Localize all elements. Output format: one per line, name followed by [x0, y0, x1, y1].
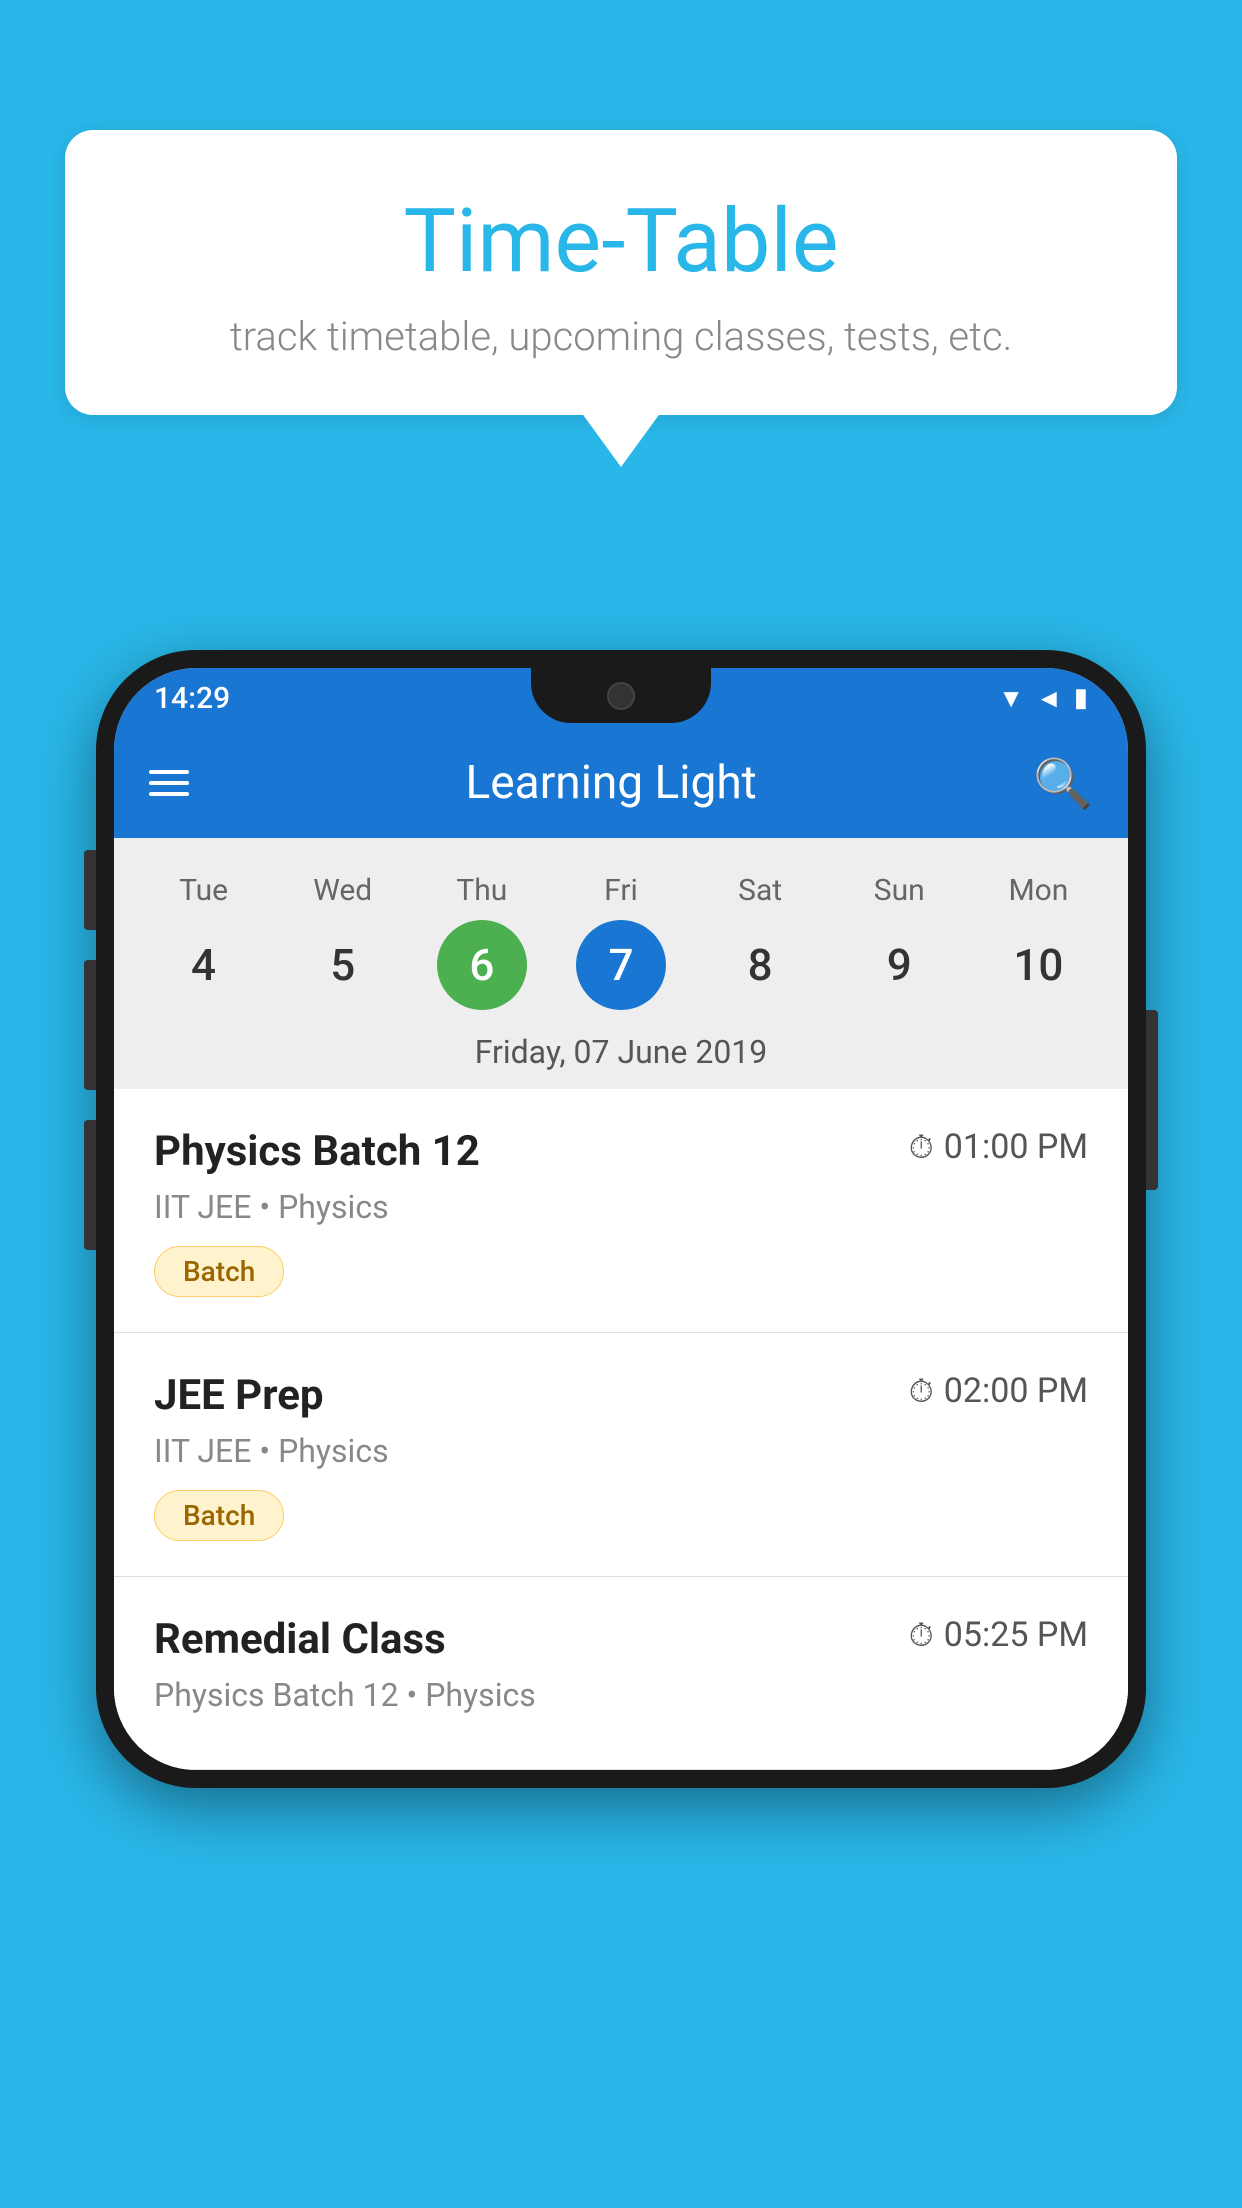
- bubble-subtitle: track timetable, upcoming classes, tests…: [115, 313, 1127, 360]
- hamburger-menu[interactable]: [149, 770, 189, 796]
- days-row: Tue 4 Wed 5 Thu 6 Fri 7 Sat 8 Sun 9 Mon 10: [114, 858, 1128, 1018]
- status-time: 14:29: [154, 681, 230, 716]
- app-bar: Learning Light 🔍: [114, 728, 1128, 838]
- day-col-thu[interactable]: Thu 6: [427, 873, 537, 1010]
- day-col-sat[interactable]: Sat 8: [705, 873, 815, 1010]
- day-col-sun[interactable]: Sun 9: [844, 873, 954, 1010]
- selected-date: Friday, 07 June 2019: [114, 1018, 1128, 1089]
- clock-icon: ⏱: [909, 1372, 934, 1411]
- day-name: Fri: [604, 873, 638, 908]
- hamburger-line-3: [149, 792, 189, 796]
- class-info: Physics Batch 12 • Physics: [154, 1676, 1088, 1714]
- class-name: Remedial Class: [154, 1615, 446, 1664]
- day-number: 9: [854, 920, 944, 1010]
- bubble-title: Time-Table: [115, 190, 1127, 293]
- phone-frame: 14:29 ▼ ◄ ▮ Learning Light 🔍: [96, 650, 1146, 1788]
- volume-up-button: [84, 850, 96, 930]
- classes-section: Physics Batch 12 ⏱ 01:00 PM IIT JEE • Ph…: [114, 1089, 1128, 1770]
- day-name: Wed: [313, 873, 372, 908]
- clock-icon: ⏱: [909, 1616, 934, 1655]
- day-col-wed[interactable]: Wed 5: [288, 873, 398, 1010]
- class-header: Remedial Class ⏱ 05:25 PM: [154, 1615, 1088, 1664]
- batch-badge: Batch: [154, 1246, 284, 1297]
- class-info: IIT JEE • Physics: [154, 1188, 1088, 1226]
- day-col-tue[interactable]: Tue 4: [149, 873, 259, 1010]
- class-time: ⏱ 01:00 PM: [909, 1127, 1088, 1167]
- speech-bubble: Time-Table track timetable, upcoming cla…: [65, 130, 1177, 415]
- hamburger-line-1: [149, 770, 189, 774]
- status-icons: ▼ ◄ ▮: [998, 683, 1088, 714]
- day-name: Thu: [456, 873, 507, 908]
- day-name: Sun: [874, 873, 925, 908]
- class-time: ⏱ 05:25 PM: [909, 1615, 1088, 1655]
- class-time: ⏱ 02:00 PM: [909, 1371, 1088, 1411]
- volume-down-button: [84, 960, 96, 1090]
- speech-bubble-container: Time-Table track timetable, upcoming cla…: [65, 130, 1177, 415]
- day-name: Mon: [1008, 873, 1068, 908]
- batch-badge: Batch: [154, 1490, 284, 1541]
- signal-icon: ◄: [1036, 683, 1062, 714]
- phone-notch: [531, 668, 711, 723]
- power-button: [1146, 1010, 1158, 1190]
- day-name: Tue: [179, 873, 228, 908]
- app-bar-title: Learning Light: [466, 756, 757, 810]
- battery-icon: ▮: [1074, 683, 1088, 713]
- day-number: 4: [159, 920, 249, 1010]
- day-name: Sat: [738, 873, 782, 908]
- clock-icon: ⏱: [909, 1128, 934, 1167]
- class-item-0[interactable]: Physics Batch 12 ⏱ 01:00 PM IIT JEE • Ph…: [114, 1089, 1128, 1333]
- class-header: JEE Prep ⏱ 02:00 PM: [154, 1371, 1088, 1420]
- calendar-section: Tue 4 Wed 5 Thu 6 Fri 7 Sat 8 Sun 9 Mon 10 Friday, 07…: [114, 838, 1128, 1089]
- hamburger-line-2: [149, 781, 189, 785]
- search-icon[interactable]: 🔍: [1033, 755, 1093, 812]
- class-header: Physics Batch 12 ⏱ 01:00 PM: [154, 1127, 1088, 1176]
- day-number: 8: [715, 920, 805, 1010]
- phone-mockup: 14:29 ▼ ◄ ▮ Learning Light 🔍: [96, 650, 1146, 1788]
- camera: [607, 682, 635, 710]
- class-name: JEE Prep: [154, 1371, 324, 1420]
- day-number: 6: [437, 920, 527, 1010]
- class-item-2[interactable]: Remedial Class ⏱ 05:25 PM Physics Batch …: [114, 1577, 1128, 1770]
- day-col-mon[interactable]: Mon 10: [983, 873, 1093, 1010]
- day-col-fri[interactable]: Fri 7: [566, 873, 676, 1010]
- phone-screen: 14:29 ▼ ◄ ▮ Learning Light 🔍: [114, 668, 1128, 1770]
- silent-button: [84, 1120, 96, 1250]
- day-number: 10: [993, 920, 1083, 1010]
- day-number: 5: [298, 920, 388, 1010]
- class-name: Physics Batch 12: [154, 1127, 480, 1176]
- class-item-1[interactable]: JEE Prep ⏱ 02:00 PM IIT JEE • Physics Ba…: [114, 1333, 1128, 1577]
- class-info: IIT JEE • Physics: [154, 1432, 1088, 1470]
- wifi-icon: ▼: [998, 683, 1024, 714]
- day-number: 7: [576, 920, 666, 1010]
